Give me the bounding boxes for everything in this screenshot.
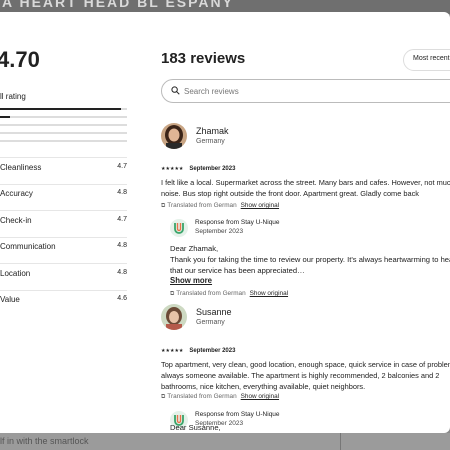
response-date: September 2023 (195, 228, 244, 235)
review-item: Zhamak Germany ★★★★★ September 2023 I fel… (161, 123, 450, 313)
reviewer-country: Germany (196, 138, 225, 145)
divider (0, 210, 127, 211)
rating-stars-icon: ★★★★★ (161, 166, 184, 172)
category-value: 4.8 (117, 189, 127, 196)
backdrop-footer-text: lf in with the smartlock (0, 436, 89, 446)
review-date: September 2023 (189, 166, 236, 172)
overall-score: 4.70 (0, 47, 40, 72)
review-meta: ★★★★★ September 2023 (161, 348, 235, 354)
rating-stars-icon: ★★★★★ (161, 348, 184, 354)
category-value: 4.6 (117, 295, 127, 302)
divider (0, 290, 127, 291)
category-label: Location (0, 269, 31, 278)
divider (0, 184, 127, 185)
response-title: Response from Stay U-Nique (195, 219, 280, 226)
review-text: I felt like a local. Supermarket across … (161, 178, 450, 198)
rating-bar-5 (0, 108, 127, 110)
show-more-link[interactable]: Show more (170, 276, 212, 285)
search-bar[interactable] (161, 79, 450, 103)
rating-bar-1 (0, 140, 127, 142)
review-item: Susanne Germany ★★★★★ September 2023 Top … (161, 304, 450, 433)
reviewer-name: Zhamak (196, 126, 229, 136)
divider (0, 157, 127, 158)
search-icon (171, 86, 180, 95)
rating-bar-2 (0, 132, 127, 134)
reviewer-country: Germany (196, 319, 225, 326)
reviewer-name: Susanne (196, 307, 232, 317)
overall-rating-label: ll rating (0, 92, 26, 101)
category-label: Accuracy (0, 189, 33, 198)
translate-icon: ⧉ (161, 203, 166, 209)
divider (0, 237, 127, 238)
translated-label: Translated from German (167, 393, 237, 400)
search-input[interactable] (184, 84, 434, 98)
host-logo-icon (170, 219, 188, 237)
show-original-link[interactable]: Show original (241, 393, 279, 400)
review-text: Top apartment, very clean, good location… (161, 360, 450, 391)
category-label: Communication (0, 242, 56, 251)
category-label: Check-in (0, 216, 32, 225)
avatar[interactable] (161, 304, 187, 330)
avatar[interactable] (161, 123, 187, 149)
translate-icon: ⧉ (161, 394, 166, 400)
divider (0, 263, 127, 264)
translation-note: ⧉ Translated from German Show original (161, 393, 279, 401)
category-value: 4.8 (117, 242, 127, 249)
response-text: Dear Zhamak, Thank you for taking the ti… (170, 244, 450, 275)
show-original-link[interactable]: Show original (241, 202, 279, 209)
translation-note: ⧉ Translated from German Show original (170, 290, 288, 298)
backdrop-title-text: A HEART HEAD BL ESPANY (2, 0, 234, 10)
show-original-link[interactable]: Show original (250, 290, 288, 297)
category-value: 4.8 (117, 269, 127, 276)
category-label: Value (0, 295, 20, 304)
rating-bar-3 (0, 124, 127, 126)
translate-icon: ⧉ (170, 291, 175, 297)
response-title: Response from Stay U-Nique (195, 411, 280, 418)
reviews-count-heading: 183 reviews (161, 50, 246, 67)
backdrop-panel (340, 433, 450, 450)
reviews-modal: 4.70 ll rating Cleanliness 4.7 Accuracy … (0, 12, 450, 433)
category-value: 4.7 (117, 216, 127, 223)
rating-bar-4 (0, 116, 127, 118)
review-meta: ★★★★★ September 2023 (161, 166, 235, 172)
translated-label: Translated from German (176, 290, 246, 297)
backdrop-page-footer: lf in with the smartlock (0, 433, 450, 450)
category-value: Value 4.6 (0, 295, 127, 319)
category-label: Cleanliness (0, 163, 42, 172)
sort-dropdown-button[interactable]: Most recent (403, 49, 450, 71)
category-value: 4.7 (117, 163, 127, 170)
translation-note: ⧉ Translated from German Show original (161, 202, 279, 210)
response-text: Dear Susanne, (170, 423, 221, 432)
review-date: September 2023 (189, 348, 236, 354)
host-response: Response from Stay U-Nique September 202… (170, 219, 450, 313)
translated-label: Translated from German (167, 202, 237, 209)
